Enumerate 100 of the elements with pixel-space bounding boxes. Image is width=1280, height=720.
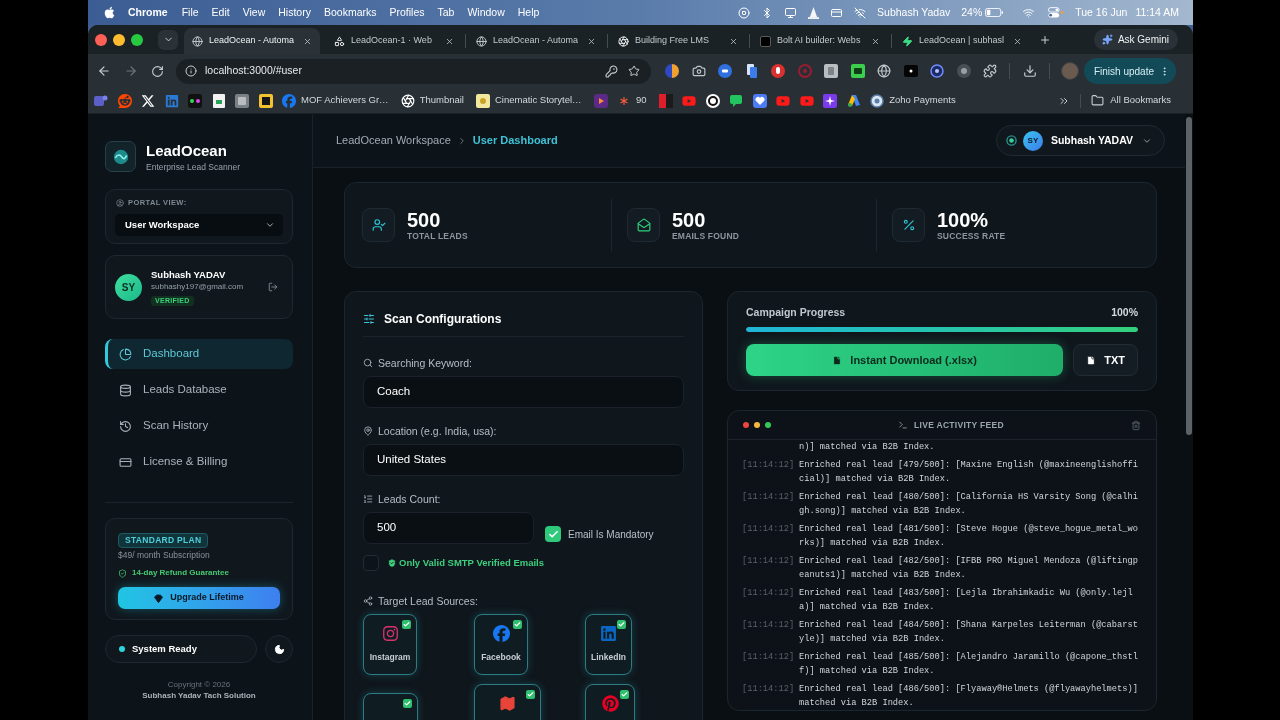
control-center-icon[interactable] (1048, 7, 1065, 18)
extension-icon[interactable] (930, 64, 944, 78)
checkbox[interactable] (545, 526, 561, 542)
globe-icon[interactable] (877, 64, 891, 78)
window-minimize-icon[interactable] (113, 33, 125, 46)
txt-button[interactable]: TXT (1073, 344, 1138, 376)
wifi-off-icon[interactable] (854, 6, 867, 19)
record-icon[interactable] (738, 6, 751, 19)
nav-item[interactable]: Scan History (105, 411, 293, 441)
app-menu[interactable]: Chrome (128, 4, 168, 21)
upgrade-button[interactable]: Upgrade Lifetime (118, 587, 280, 609)
key-icon[interactable] (605, 64, 618, 78)
text-field[interactable]: United States (363, 444, 684, 476)
checkbox-label: Email Is Mandatory (568, 527, 654, 542)
close-icon[interactable] (871, 36, 880, 46)
browser-tab[interactable]: LeadOcean - Automa (184, 28, 320, 54)
logout-icon[interactable] (268, 282, 278, 292)
heart-icon[interactable] (752, 93, 767, 108)
window-zoom-icon[interactable] (131, 33, 143, 46)
info-icon[interactable] (185, 65, 197, 77)
browser-tab[interactable]: LeadOcean - Automa (468, 28, 604, 54)
site-icon[interactable] (846, 93, 861, 108)
menu-item[interactable]: Profiles (389, 4, 425, 21)
download-icon[interactable] (1023, 64, 1037, 78)
extension-icon[interactable] (850, 64, 865, 78)
chat-icon[interactable] (729, 93, 744, 108)
extension-icon[interactable] (771, 64, 785, 78)
all-bookmarks-button[interactable]: All Bookmarks (1091, 93, 1171, 108)
menu-item[interactable]: Tab (437, 4, 455, 21)
theme-toggle-button[interactable] (265, 635, 293, 663)
star-icon[interactable] (628, 65, 640, 77)
ask-gemini-button[interactable]: Ask Gemini (1093, 29, 1178, 50)
apple-logo-icon[interactable] (104, 6, 115, 19)
source-tile[interactable]: LinkedIn (585, 614, 632, 675)
download-button[interactable]: Instant Download (.xlsx) (746, 344, 1064, 376)
window-close-icon[interactable] (95, 33, 107, 46)
linkedin-icon[interactable] (164, 93, 179, 108)
checkbox[interactable] (363, 555, 379, 571)
nav-item[interactable]: License & Billing (105, 447, 293, 477)
site-icon[interactable] (705, 93, 720, 108)
site-icon[interactable] (258, 93, 273, 108)
menu-item[interactable]: Edit (211, 4, 230, 21)
log-timestamp: [11:14:12] (742, 651, 795, 664)
site-icon[interactable] (235, 93, 249, 108)
number-field[interactable]: 500 (363, 512, 534, 544)
address-bar[interactable]: localhost:3000/#user (176, 58, 651, 84)
battery-icon[interactable] (985, 8, 1004, 17)
youtube-icon[interactable] (682, 93, 697, 108)
menu-item[interactable]: History (278, 4, 311, 21)
camera-icon[interactable] (691, 64, 706, 78)
close-icon[interactable] (587, 36, 596, 46)
source-tile[interactable]: Facebook (474, 614, 528, 675)
browser-tab[interactable]: Building Free LMS (610, 28, 746, 54)
text-field[interactable]: Coach (363, 376, 684, 408)
new-tab-icon[interactable] (1039, 33, 1051, 46)
scrollbar-thumb[interactable] (1186, 117, 1192, 435)
close-icon[interactable] (1013, 36, 1022, 46)
site-icon[interactable] (593, 93, 608, 108)
site-icon[interactable] (823, 93, 838, 108)
user-menu-button[interactable]: SY Subhash YADAV (995, 125, 1165, 156)
close-icon[interactable] (729, 36, 738, 46)
tab-search-button[interactable] (158, 29, 178, 50)
back-icon[interactable] (97, 64, 111, 78)
menu-item[interactable]: View (242, 4, 266, 21)
display-icon[interactable] (784, 6, 798, 19)
close-icon[interactable] (445, 36, 454, 46)
x-logo-icon[interactable] (141, 93, 155, 108)
extension-icon[interactable] (744, 64, 759, 78)
bookmark[interactable]: Cinematic Storytel… (476, 93, 582, 108)
card-icon[interactable] (830, 6, 844, 19)
bookmark[interactable]: Thumbnail (400, 93, 464, 108)
source-tile[interactable]: Instagram (363, 614, 417, 675)
puzzle-icon[interactable] (983, 64, 997, 78)
browser-tab[interactable]: LeadOcean-1 · Web (326, 28, 462, 54)
cone-icon[interactable] (808, 6, 820, 19)
menu-item[interactable]: Help (517, 4, 540, 21)
reddit-icon[interactable] (117, 93, 132, 108)
breadcrumb-link[interactable]: LeadOcean Workspace (336, 132, 451, 149)
site-icon[interactable] (211, 93, 226, 108)
menu-item[interactable]: Bookmarks (323, 4, 377, 21)
menu-item[interactable]: Window (467, 4, 505, 21)
nav-item[interactable]: Dashboard (105, 339, 293, 369)
bookmark[interactable]: MOF Achievers Gr… (282, 93, 389, 108)
browser-tab[interactable]: Bolt AI builder: Webs (752, 28, 888, 54)
bookmark[interactable]: 90 (617, 93, 647, 108)
browser-tab[interactable]: LeadOcean | subhasl (894, 28, 1030, 54)
log-timestamp: [11:14:12] (742, 459, 795, 472)
menu-item[interactable]: File (181, 4, 199, 21)
site-icon[interactable] (188, 93, 202, 108)
nav-item[interactable]: Leads Database (105, 375, 293, 405)
portal-select[interactable]: User Workspace (115, 214, 283, 236)
finish-update-button[interactable]: Finish update (1083, 58, 1176, 84)
extension-icon[interactable] (718, 64, 732, 78)
extension-icon[interactable] (665, 64, 679, 78)
bookmark[interactable]: Zoho Payments (870, 93, 956, 108)
reload-icon[interactable] (151, 64, 164, 78)
forward-icon[interactable] (124, 64, 138, 78)
youtube-icon[interactable] (776, 93, 791, 108)
close-icon[interactable] (303, 36, 312, 46)
youtube-icon[interactable] (799, 93, 814, 108)
